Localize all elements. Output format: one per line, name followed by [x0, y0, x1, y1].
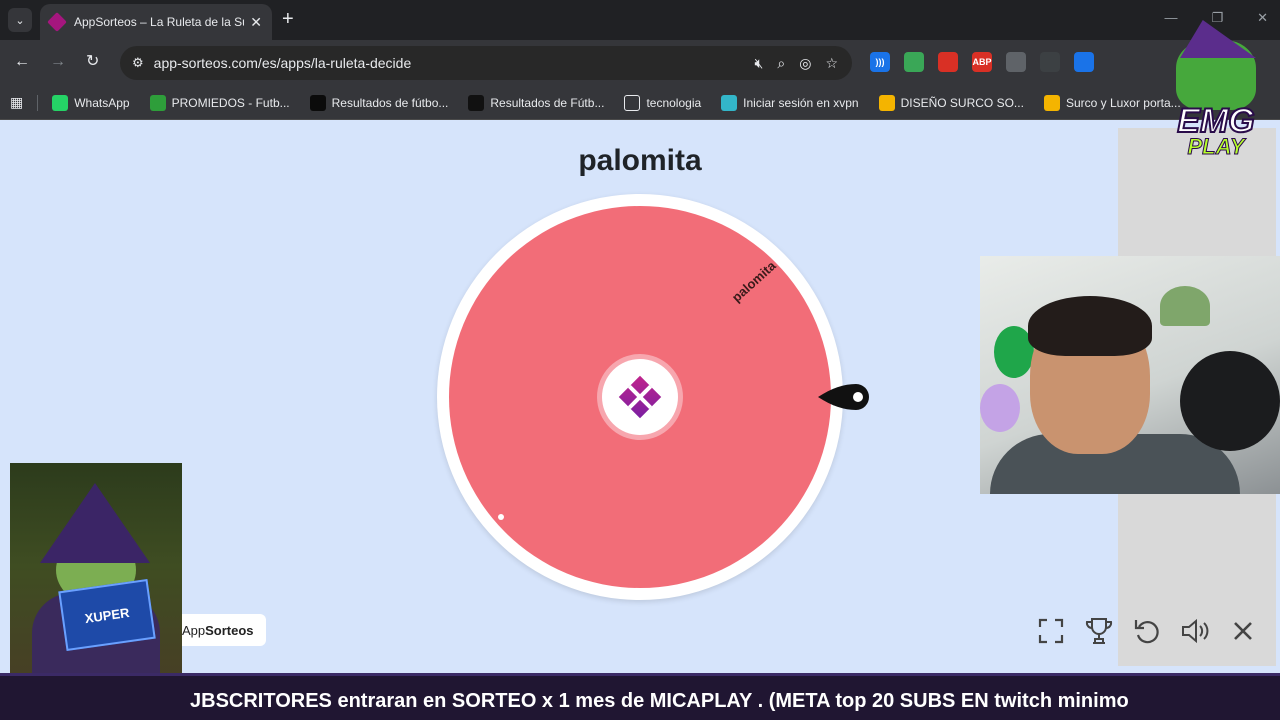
trophy-icon[interactable]: [1084, 614, 1114, 648]
appsorteos-badge[interactable]: App Sorteos: [170, 614, 266, 646]
plant: [1160, 286, 1210, 326]
close-tab-icon[interactable]: ✕: [250, 14, 262, 31]
whatsapp-icon: [52, 94, 69, 111]
bookmarks-divider: [37, 94, 39, 111]
bookmark-label: PROMIEDOS - Futb...: [171, 95, 290, 110]
appsorteos-logo-icon: [618, 375, 662, 419]
bookmark-item[interactable]: Iniciar sesión en xvpn: [721, 94, 859, 111]
bookmark-item[interactable]: Resultados de Fútb...: [468, 94, 605, 111]
map-ext-icon[interactable]: [904, 52, 924, 72]
bookmark-item[interactable]: WhatsApp: [52, 94, 130, 111]
slides-icon: [1043, 94, 1060, 111]
bookmark-label: tecnologia: [646, 95, 702, 110]
back-icon[interactable]: ←: [14, 53, 30, 71]
audio-ext-icon[interactable]: ))): [870, 52, 890, 72]
site-info-icon[interactable]: ⚙: [132, 55, 144, 71]
ticker-text: JBSCRITORES entraran en SORTEO x 1 mes d…: [190, 690, 1129, 712]
puzzle-ext-icon[interactable]: [1108, 52, 1128, 72]
badge-bold: Sorteos: [205, 622, 254, 638]
wheel-marker-dot: [498, 514, 504, 520]
bookmark-label: DISEÑO SURCO SO...: [900, 95, 1024, 110]
wheel-controls: [1036, 614, 1258, 648]
url-text[interactable]: app-sorteos.com/es/apps/la-ruleta-decide: [154, 55, 412, 71]
play-logo-text: PLAY: [1187, 134, 1245, 160]
emg-play-logo: EMG PLAY: [1160, 20, 1270, 164]
undo-icon[interactable]: [1132, 614, 1162, 648]
microphone: [1180, 351, 1280, 451]
bookmark-label: Resultados de fútbo...: [331, 95, 449, 110]
slides-icon: [878, 94, 895, 111]
hand-ext-icon[interactable]: [938, 52, 958, 72]
bookmark-item[interactable]: tecnologia: [624, 94, 702, 111]
score-icon: [309, 94, 326, 111]
active-tab[interactable]: AppSorteos – La Ruleta de la Suerte ✕: [40, 4, 272, 40]
reload-icon[interactable]: ↻: [86, 53, 99, 71]
browser-toolbar: ← → ↻ ⚙ app-sorteos.com/es/apps/la-rulet…: [0, 40, 1280, 86]
webcam-overlay: [980, 256, 1280, 494]
bookmark-label: Resultados de Fútb...: [490, 95, 605, 110]
bookmark-item[interactable]: Resultados de fútbo...: [309, 94, 449, 111]
result-title: palomita: [578, 144, 702, 177]
appsorteos-favicon-icon: [47, 12, 67, 32]
bookmark-item[interactable]: DISEÑO SURCO SO...: [878, 94, 1024, 111]
purple-balloon: [980, 384, 1020, 432]
spin-button[interactable]: [602, 359, 678, 435]
wizard-hat: [40, 483, 150, 563]
badge-prefix: App: [182, 622, 206, 638]
tab-search-icon[interactable]: ⌄: [8, 8, 32, 32]
bookmark-star-icon[interactable]: ☆: [825, 55, 838, 72]
emg-hat: [1180, 20, 1256, 58]
tab-title: AppSorteos – La Ruleta de la Suerte: [74, 15, 244, 29]
adblock-ext-icon[interactable]: ABP: [972, 52, 992, 72]
folder-icon: [624, 94, 641, 111]
news-ticker: JBSCRITORES entraran en SORTEO x 1 mes d…: [0, 673, 1280, 720]
forward-icon[interactable]: →: [50, 53, 66, 71]
fullscreen-icon[interactable]: [1036, 614, 1066, 648]
tracking-eye-icon[interactable]: ◎: [799, 55, 811, 72]
bookmark-item[interactable]: PROMIEDOS - Futb...: [149, 94, 290, 111]
streamer-hair: [1028, 296, 1152, 356]
apps-grid-icon[interactable]: ▦: [10, 94, 23, 111]
extensions-bar: ))) ABP: [870, 52, 1128, 72]
translate-ext-icon[interactable]: [1074, 52, 1094, 72]
xuper-box: XUPER: [58, 579, 156, 651]
volume-icon[interactable]: [1180, 614, 1210, 648]
wheel-pointer-icon: [818, 384, 869, 410]
zoom-icon[interactable]: ⌕: [777, 55, 785, 72]
xvpn-icon: [721, 94, 738, 111]
bookmark-label: Iniciar sesión en xvpn: [743, 95, 859, 110]
bookmarks-bar: ▦ WhatsApp PROMIEDOS - Futb... Resultados …: [0, 86, 1280, 120]
bookmark-label: WhatsApp: [74, 95, 130, 110]
feather-ext-icon[interactable]: [1006, 52, 1026, 72]
close-icon[interactable]: [1228, 614, 1258, 648]
promiedos-icon: [149, 94, 166, 111]
results-icon: [468, 94, 485, 111]
roulette-wheel[interactable]: palomita: [437, 194, 843, 600]
cast-ext-icon[interactable]: [1040, 52, 1060, 72]
new-tab-button[interactable]: +: [282, 8, 294, 30]
address-bar[interactable]: ⚙ app-sorteos.com/es/apps/la-ruleta-deci…: [120, 46, 852, 80]
browser-tabbar: ⌄ AppSorteos – La Ruleta de la Suerte ✕ …: [0, 0, 1280, 40]
mute-site-icon[interactable]: 🔇︎: [755, 55, 764, 72]
